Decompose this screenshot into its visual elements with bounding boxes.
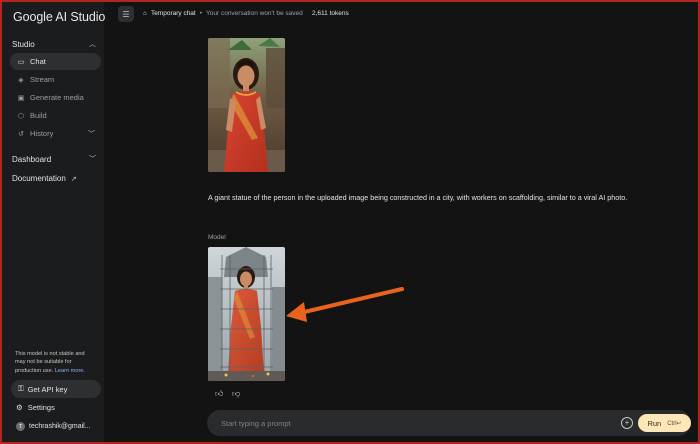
sidebar: Google AI Studio Studio ︿ ▭ Chat ◈ Strea… xyxy=(2,2,106,442)
uploaded-photo-graphic xyxy=(208,38,285,172)
sidebar-item-build[interactable]: ⬡ Build xyxy=(10,107,101,124)
key-icon: ⚿ xyxy=(18,384,24,393)
sidebar-toggle-button[interactable]: ☰ xyxy=(118,6,134,22)
run-shortcut: Ctrl↵ xyxy=(667,420,682,427)
thumbs-down-icon[interactable]: 👎︎ xyxy=(232,389,240,399)
separator-dot: • xyxy=(199,10,203,17)
get-api-key-button[interactable]: ⚿ Get API key xyxy=(11,380,101,398)
prompt-input[interactable] xyxy=(221,416,601,430)
app-logo: Google AI Studio xyxy=(13,10,106,24)
chat-type-label: Temporary chat xyxy=(150,10,196,17)
build-icon: ⬡ xyxy=(17,112,25,120)
studio-section-toggle[interactable]: Studio ︿ xyxy=(12,37,96,51)
annotation-arrow xyxy=(286,287,404,322)
studio-section-label: Studio xyxy=(12,39,35,49)
chevron-down-icon: ﹀ xyxy=(88,130,95,138)
not-saved-notice: Your conversation won't be saved xyxy=(206,10,303,17)
user-email: techrashik@gmail... xyxy=(29,423,91,430)
external-link-icon: ↗ xyxy=(70,175,77,183)
dashboard-section-toggle[interactable]: Dashboard ﹀ xyxy=(12,152,96,166)
model-label: Model xyxy=(208,234,226,241)
sidebar-item-history[interactable]: ↺ History ﹀ xyxy=(10,125,101,142)
add-media-button[interactable]: + xyxy=(621,417,633,429)
sidebar-item-label: Build xyxy=(30,111,47,120)
generated-statue-graphic xyxy=(208,247,285,381)
gear-icon: ⚙ xyxy=(16,403,23,412)
account-menu[interactable]: T techrashik@gmail... xyxy=(16,422,91,431)
stream-icon: ◈ xyxy=(18,76,24,84)
settings-label: Settings xyxy=(27,403,55,412)
generated-image[interactable] xyxy=(208,247,285,381)
plus-icon: + xyxy=(624,418,630,427)
sidebar-item-stream[interactable]: ◈ Stream xyxy=(10,71,101,88)
history-icon: ↺ xyxy=(18,130,24,138)
run-button[interactable]: Run Ctrl↵ xyxy=(638,414,691,432)
sidebar-item-label: Chat xyxy=(30,57,46,66)
thumbs-up-icon[interactable]: 👍︎ xyxy=(215,389,223,399)
sidebar-item-label: Stream xyxy=(30,75,55,84)
model-warning: This model is not stable and may not be … xyxy=(15,350,95,375)
dashboard-section-label: Dashboard xyxy=(12,154,52,164)
settings-button[interactable]: ⚙ Settings xyxy=(16,403,55,412)
chevron-down-icon: ﹀ xyxy=(89,156,96,163)
temporary-chat-indicator: ⌂ Temporary chat • Your conversation won… xyxy=(143,10,303,17)
uploaded-image[interactable] xyxy=(208,38,285,172)
token-count: 2,611 tokens xyxy=(312,10,349,17)
media-icon: ▣ xyxy=(17,94,25,102)
screenshot-frame xyxy=(0,0,700,444)
menu-icon: ☰ xyxy=(122,9,130,19)
get-api-key-label: Get API key xyxy=(27,384,68,394)
prompt-bar: + Run Ctrl↵ xyxy=(207,410,691,436)
learn-more-link[interactable]: Learn more. xyxy=(55,368,85,374)
top-bar: ☰ ⌂ Temporary chat • Your conversation w… xyxy=(104,2,698,26)
user-prompt-text: A giant statue of the person in the uplo… xyxy=(208,193,628,202)
run-label: Run xyxy=(647,418,662,428)
documentation-link[interactable]: Documentation ↗ xyxy=(12,174,77,183)
sidebar-item-chat[interactable]: ▭ Chat xyxy=(10,53,101,70)
sidebar-item-generate-media[interactable]: ▣ Generate media xyxy=(10,89,101,106)
temporary-chat-icon: ⌂ xyxy=(143,10,147,17)
chat-icon: ▭ xyxy=(17,58,25,66)
avatar: T xyxy=(16,422,25,431)
documentation-label: Documentation xyxy=(12,174,66,183)
chevron-up-icon: ︿ xyxy=(89,41,96,48)
sidebar-item-label: History xyxy=(30,129,54,138)
sidebar-item-label: Generate media xyxy=(30,93,84,102)
